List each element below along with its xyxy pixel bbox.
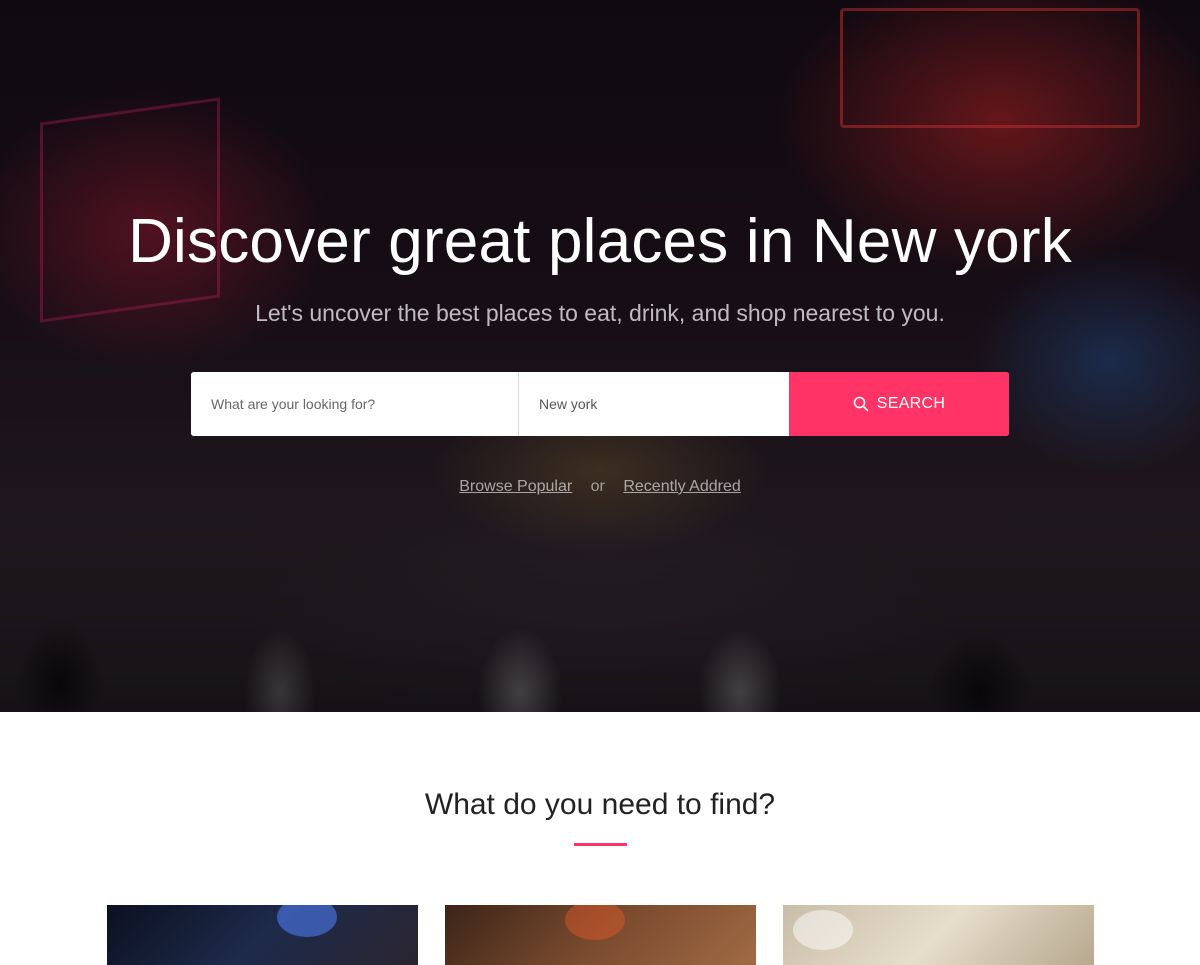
title-underline [574,843,627,846]
card-image [793,910,853,950]
quick-links-separator: or [590,478,605,495]
search-button-label: SEARCH [876,395,946,412]
search-keyword-input[interactable] [191,372,519,436]
search-button[interactable]: SEARCH [789,372,1009,436]
search-location-input[interactable] [519,372,789,436]
hero-subtitle: Let's uncover the best places to eat, dr… [255,300,945,326]
search-bar: SEARCH [191,372,1009,436]
hero-section: Discover great places in New york Let's … [0,0,1200,712]
hero-title: Discover great places in New york [128,207,1072,276]
category-card[interactable] [107,905,418,965]
card-image [277,905,337,937]
card-image [565,905,625,940]
find-section: What do you need to find? [0,712,1200,965]
section-title: What do you need to find? [424,788,776,821]
recently-added-link[interactable]: Recently Addred [623,478,740,495]
quick-links: Browse Popular or Recently Addred [0,478,1200,496]
browse-popular-link[interactable]: Browse Popular [459,478,572,495]
hero-overlay [0,0,1200,712]
search-icon [853,396,869,412]
category-card[interactable] [445,905,756,965]
category-card[interactable] [783,905,1094,965]
